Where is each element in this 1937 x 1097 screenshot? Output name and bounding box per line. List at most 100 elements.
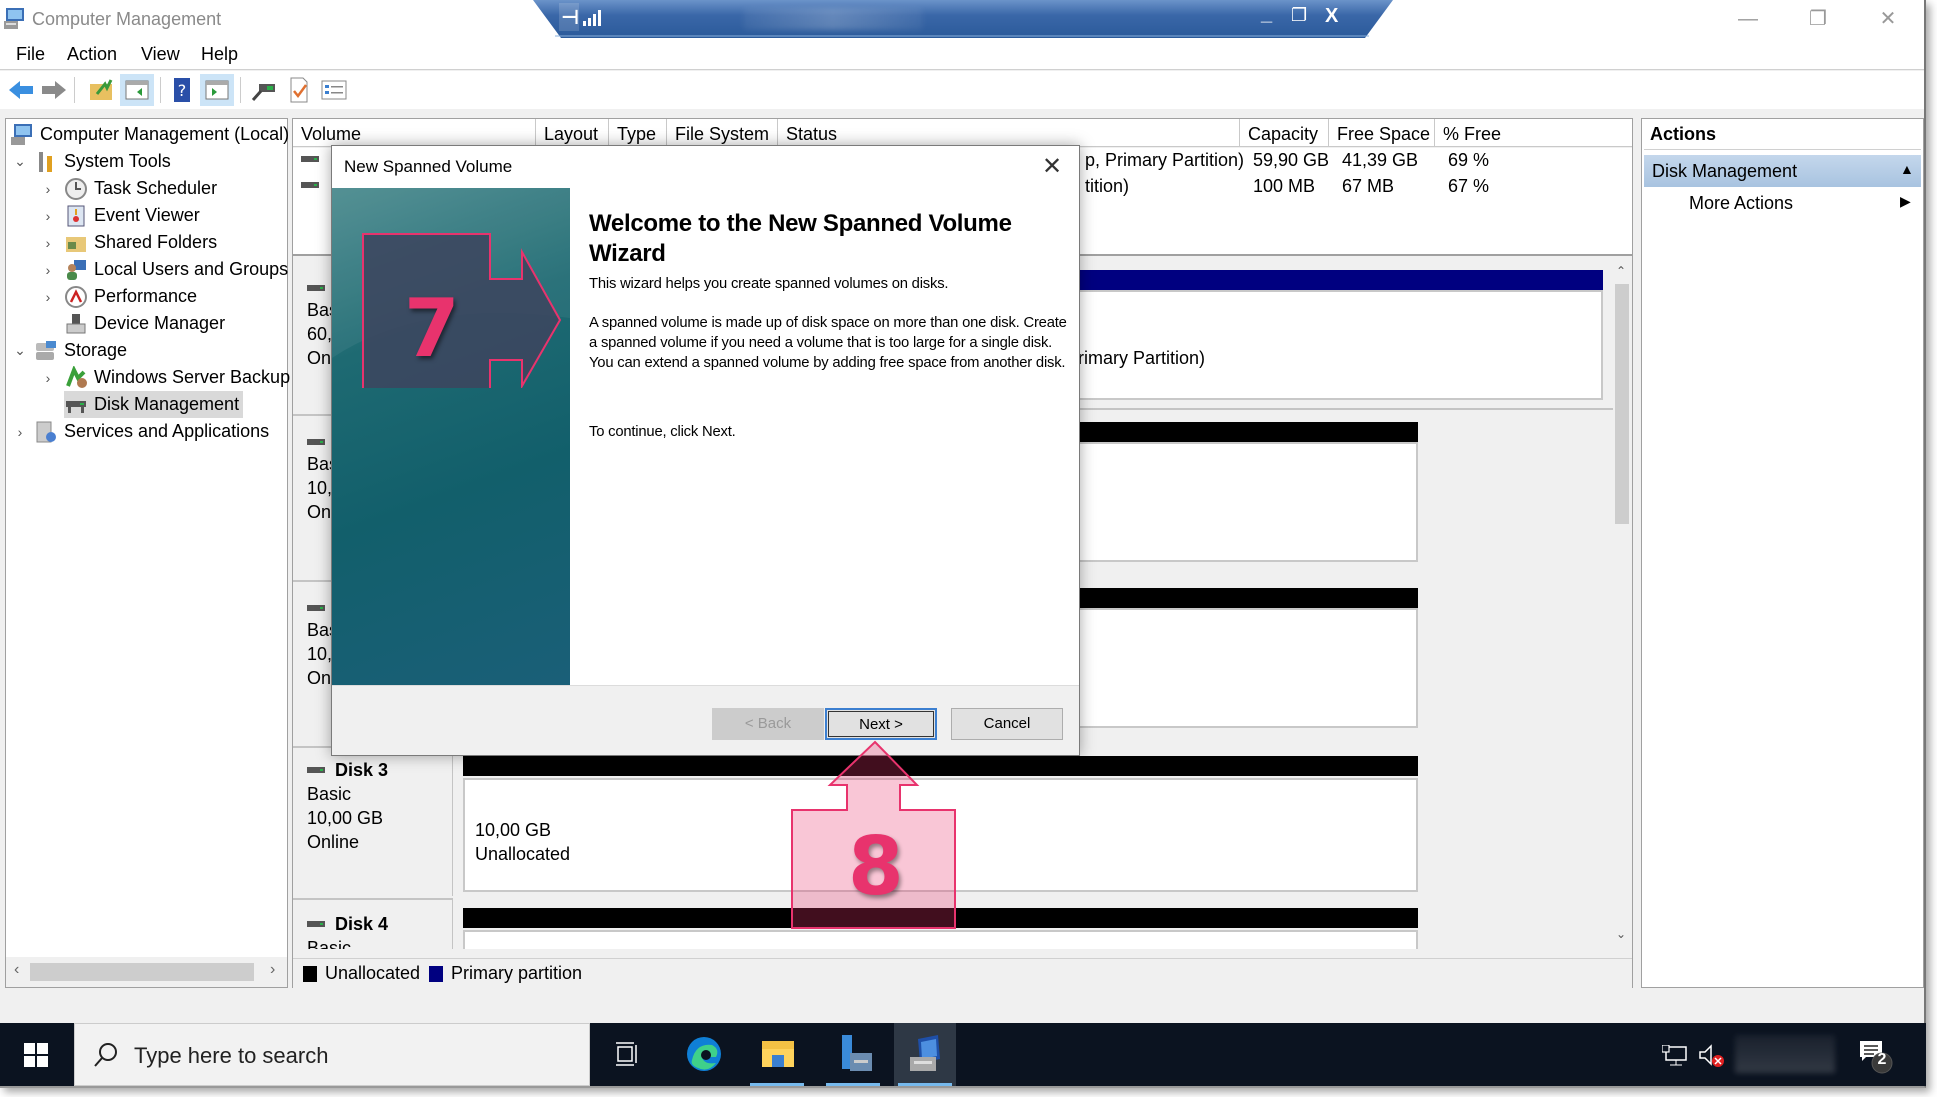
restore-button[interactable]: ❐ [1790, 4, 1846, 34]
remote-minimize-button[interactable]: _ [1261, 3, 1272, 26]
disk-icon [307, 439, 325, 445]
annotation-8-number: 8 [848, 820, 904, 913]
chevron-right-icon[interactable]: › [40, 235, 56, 251]
menu-view[interactable]: View [141, 44, 180, 65]
tree-item-label: Storage [64, 340, 128, 360]
show-hide-action-pane-icon[interactable] [203, 76, 231, 104]
minimize-button[interactable]: — [1720, 4, 1776, 34]
file-explorer-app[interactable] [746, 1023, 808, 1086]
help-icon[interactable]: ? [168, 76, 196, 104]
column-volume[interactable]: Volume [293, 119, 536, 147]
tree-item-storage[interactable]: ⌄ Storage [12, 337, 127, 364]
scroll-right-icon[interactable]: › [270, 961, 275, 979]
tree-item-local-users[interactable]: › Local Users and Groups [40, 256, 288, 283]
volume-icon [301, 156, 319, 162]
scroll-down-icon[interactable]: ⌄ [1616, 927, 1626, 941]
network-icon[interactable] [1662, 1045, 1688, 1067]
windows-start-icon[interactable] [24, 1043, 48, 1067]
close-button[interactable]: ✕ [1860, 4, 1916, 34]
scrollbar-thumb[interactable] [1615, 284, 1629, 524]
back-icon[interactable] [7, 76, 35, 104]
up-folder-icon[interactable] [87, 76, 115, 104]
scrollbar-thumb[interactable] [30, 963, 254, 981]
wizard-description-text: A spanned volume is made up of disk spac… [589, 315, 1067, 371]
chevron-right-icon[interactable]: › [40, 208, 56, 224]
chevron-down-icon[interactable]: ⌄ [12, 342, 28, 359]
properties-check-icon[interactable] [285, 76, 313, 104]
app-running-indicator [750, 1083, 804, 1086]
wizard-heading: Welcome to the New Spanned Volume Wizard [589, 210, 1012, 267]
clock-blurred[interactable] [1735, 1035, 1835, 1073]
scroll-up-icon[interactable]: ⌃ [1616, 264, 1626, 278]
legend-swatch-unallocated [303, 966, 317, 982]
remote-close-button[interactable]: X [1325, 5, 1338, 28]
tree-item-shared-folders[interactable]: › Shared Folders [40, 229, 217, 256]
column-percent-free[interactable]: % Free [1435, 119, 1632, 147]
column-file-system[interactable]: File System [667, 119, 778, 147]
column-free-space[interactable]: Free Space [1329, 119, 1435, 147]
chevron-right-icon[interactable]: › [40, 289, 56, 305]
computer-management-icon [4, 8, 24, 29]
free-space-cell: 67 MB [1342, 176, 1395, 196]
action-center-button[interactable]: 2 [1858, 1039, 1894, 1075]
task-view-button[interactable] [598, 1023, 660, 1086]
menu-help[interactable]: Help [201, 44, 238, 65]
column-type[interactable]: Type [609, 119, 667, 147]
chevron-right-icon[interactable]: › [40, 181, 56, 197]
tree-item-device-manager[interactable]: Device Manager [64, 310, 225, 337]
chevron-right-icon[interactable]: › [40, 262, 56, 278]
actions-section-disk-management[interactable]: Disk Management ▲ [1644, 155, 1921, 187]
action-more-actions[interactable]: More Actions ▶ [1644, 189, 1921, 219]
app-running-indicator [826, 1083, 880, 1086]
column-capacity[interactable]: Capacity [1240, 119, 1329, 147]
chevron-right-icon[interactable]: › [12, 424, 28, 440]
chevron-down-icon[interactable]: ⌄ [12, 153, 28, 170]
disk-vertical-scrollbar[interactable]: ⌃ ⌄ [1613, 262, 1631, 949]
pin-icon[interactable]: ⊣ [561, 5, 579, 30]
free-space-cell: 41,39 GB [1342, 150, 1419, 170]
connect-icon[interactable] [249, 76, 277, 104]
dialog-close-button[interactable]: ✕ [1032, 150, 1072, 184]
toolbar-separator [160, 77, 161, 103]
dialog-title-bar: New Spanned Volume ✕ [332, 146, 1079, 188]
computer-management-app[interactable] [894, 1023, 956, 1086]
next-button[interactable]: Next > [825, 708, 937, 740]
tree-item-label: Task Scheduler [94, 178, 218, 198]
tree-item-windows-server-backup[interactable]: › Windows Server Backup [40, 364, 290, 391]
tree-item-event-viewer[interactable]: › Event Viewer [40, 202, 200, 229]
legend-swatch-primary [429, 966, 443, 982]
taskbar-search-box[interactable]: Type here to search [74, 1023, 590, 1086]
edge-app[interactable] [672, 1023, 734, 1086]
capacity-cell: 59,90 GB [1253, 150, 1330, 170]
system-tools-icon [39, 151, 52, 172]
annotation-7-arrow [362, 233, 562, 388]
disk-type: Basic [307, 938, 352, 949]
edge-icon [687, 1037, 721, 1071]
scroll-left-icon[interactable]: ‹ [14, 961, 19, 979]
partition-size: 10,00 GB [475, 820, 552, 840]
chevron-right-icon[interactable]: › [40, 370, 56, 386]
tree-item-disk-management[interactable]: Disk Management [64, 391, 244, 418]
tree-root[interactable]: Computer Management (Local) [10, 121, 289, 148]
show-hide-tree-icon[interactable] [123, 76, 151, 104]
server-manager-app[interactable] [822, 1023, 884, 1086]
back-button[interactable]: < Back [712, 708, 824, 740]
column-layout[interactable]: Layout [536, 119, 609, 147]
menu-action[interactable]: Action [67, 44, 117, 65]
tree-horizontal-scrollbar[interactable]: ‹ › [6, 957, 287, 987]
menu-file[interactable]: File [16, 44, 45, 65]
collapse-up-icon[interactable]: ▲ [1900, 161, 1914, 177]
disk-icon [307, 767, 325, 773]
cancel-button[interactable]: Cancel [951, 708, 1063, 740]
tree-item-task-scheduler[interactable]: › Task Scheduler [40, 175, 217, 202]
tree-item-services-and-applications[interactable]: › Services and Applications [12, 418, 269, 445]
column-status[interactable]: Status [778, 119, 1240, 147]
tree-item-system-tools[interactable]: ⌄ System Tools [12, 148, 171, 175]
svg-text:?: ? [178, 81, 187, 100]
list-icon[interactable] [320, 76, 348, 104]
backup-icon [66, 365, 87, 388]
tree-item-performance[interactable]: › Performance [40, 283, 197, 310]
remote-restore-button[interactable]: ❐ [1291, 5, 1307, 26]
forward-icon[interactable] [40, 76, 68, 104]
volume-muted-icon[interactable] [1698, 1043, 1728, 1069]
